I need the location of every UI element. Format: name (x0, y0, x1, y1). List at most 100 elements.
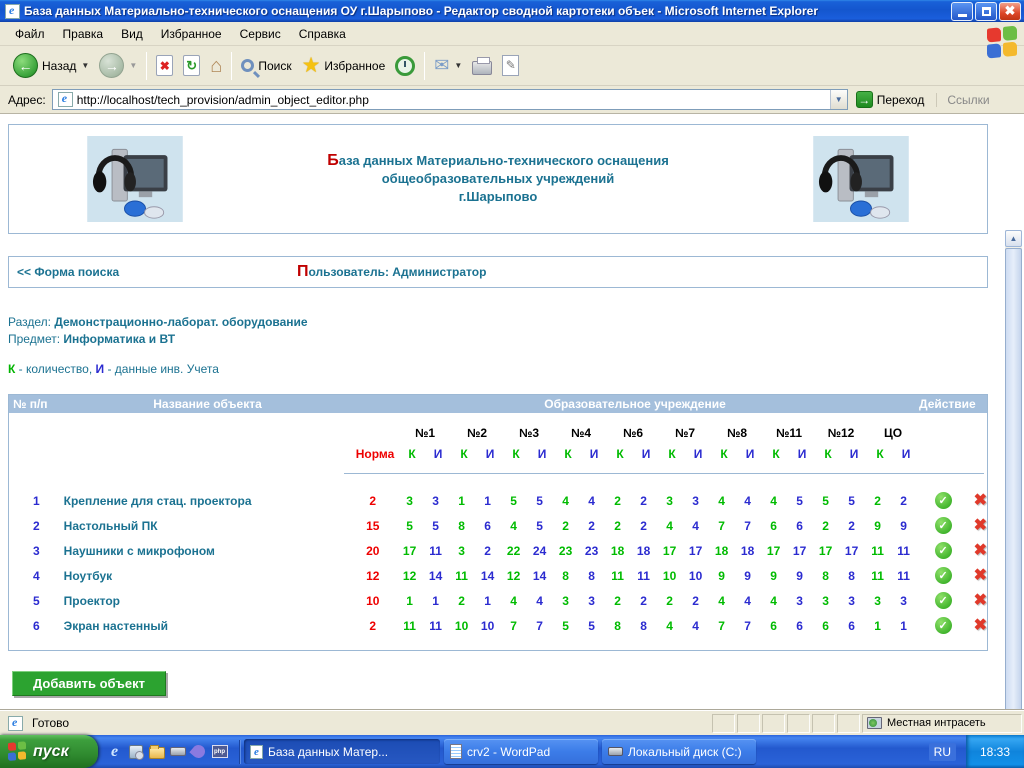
mail-dropdown-icon[interactable]: ▼ (454, 61, 462, 70)
k-value: 5 (813, 494, 839, 508)
back-button[interactable]: ← Назад ▼ (8, 51, 94, 80)
k-value: 3 (865, 594, 891, 608)
i-value: 3 (787, 594, 813, 608)
k-value: 4 (761, 594, 787, 608)
restore-button[interactable] (975, 2, 997, 21)
k-value: 22 (501, 544, 527, 558)
k-value: 12 (397, 569, 423, 583)
delete-icon[interactable]: ✖ (974, 568, 987, 584)
quicklaunch-dolphin-icon[interactable] (190, 743, 207, 760)
task-button-label: База данных Матер... (268, 745, 388, 759)
i-value: 3 (839, 594, 865, 608)
quicklaunch-ie-icon[interactable]: e (106, 743, 123, 760)
object-name-link[interactable]: Проектор (64, 594, 349, 608)
k-value: 4 (501, 594, 527, 608)
print-button[interactable] (467, 55, 497, 77)
object-name-link[interactable]: Настольный ПК (64, 519, 349, 533)
home-button[interactable]: ⌂ (205, 54, 227, 78)
k-value: 1 (397, 594, 423, 608)
mail-button[interactable]: ✉ ▼ (429, 53, 467, 78)
search-form-link[interactable]: << Форма поиска (17, 265, 119, 279)
school-header-6: №8 (711, 426, 763, 440)
search-button[interactable]: Поиск (236, 57, 296, 75)
back-dropdown-icon[interactable]: ▼ (81, 61, 89, 70)
system-tray-clock[interactable]: 18:33 (966, 735, 1024, 768)
i-value: 5 (787, 494, 813, 508)
page-title-line2: общеобразовательных учреждений (382, 171, 615, 186)
status-bar: Готово Местная интрасеть (0, 710, 1024, 735)
quicklaunch-disk-icon[interactable] (169, 743, 186, 760)
address-dropdown-icon[interactable]: ▼ (830, 90, 847, 109)
delete-icon[interactable]: ✖ (974, 593, 987, 609)
delete-icon[interactable]: ✖ (974, 543, 987, 559)
add-object-button[interactable]: Добавить объект (12, 671, 166, 696)
k-value: 11 (865, 544, 891, 558)
start-button[interactable]: пуск (0, 735, 98, 768)
favorites-button[interactable]: ★ Избранное (297, 54, 391, 78)
k-value: 3 (449, 544, 475, 558)
header-logo-left (87, 136, 183, 222)
i-column-label: И (737, 447, 763, 461)
school-header-8: №12 (815, 426, 867, 440)
k-value: 17 (397, 544, 423, 558)
k-value: 18 (605, 544, 631, 558)
history-button[interactable] (390, 54, 420, 78)
object-name-link[interactable]: Ноутбук (64, 569, 349, 583)
close-button[interactable]: ✖ (999, 2, 1021, 21)
forward-button[interactable]: → ▼ (94, 51, 142, 80)
delete-icon[interactable]: ✖ (974, 493, 987, 509)
approve-icon[interactable]: ✓ (935, 567, 952, 584)
i-value: 2 (579, 519, 605, 533)
menu-item-0[interactable]: Файл (6, 23, 54, 45)
row-number: 5 (9, 594, 64, 608)
security-zone-pane: Местная интрасеть (862, 714, 1022, 733)
vertical-scrollbar[interactable]: ▲ ▼ (1005, 230, 1022, 710)
k-value: 2 (605, 494, 631, 508)
approve-icon[interactable]: ✓ (935, 542, 952, 559)
i-value: 3 (423, 494, 449, 508)
quicklaunch-app-icon[interactable] (127, 743, 144, 760)
menu-item-4[interactable]: Сервис (231, 23, 290, 45)
i-value: 1 (475, 494, 501, 508)
menu-item-2[interactable]: Вид (112, 23, 152, 45)
menu-item-5[interactable]: Справка (290, 23, 355, 45)
address-input[interactable]: http://localhost/tech_provision/admin_ob… (52, 89, 848, 110)
k-value: 8 (605, 619, 631, 633)
approve-icon[interactable]: ✓ (935, 617, 952, 634)
task-button-1[interactable]: crv2 - WordPad (444, 739, 598, 764)
quicklaunch-folder-icon[interactable] (148, 743, 165, 760)
scrollbar-thumb[interactable] (1005, 248, 1022, 710)
object-name-link[interactable]: Крепление для стац. проектора (64, 494, 349, 508)
minimize-button[interactable] (951, 2, 973, 21)
language-indicator[interactable]: RU (929, 743, 956, 761)
approve-icon[interactable]: ✓ (935, 517, 952, 534)
k-value: 1 (449, 494, 475, 508)
refresh-button[interactable]: ↻ (178, 53, 205, 78)
i-value: 7 (527, 619, 553, 633)
column-header-institution: Образовательное учреждение (351, 397, 919, 411)
stop-button[interactable]: ✖ (151, 53, 178, 78)
object-name-link[interactable]: Экран настенный (64, 619, 349, 633)
go-label: Переход (877, 93, 925, 107)
edit-button[interactable]: ✎ (497, 53, 524, 78)
links-label[interactable]: Ссылки (936, 93, 997, 107)
scroll-up-icon[interactable]: ▲ (1005, 230, 1022, 247)
quicklaunch-php-icon[interactable]: php (211, 743, 228, 760)
task-button-0[interactable]: eБаза данных Матер... (244, 739, 440, 764)
i-value: 2 (683, 594, 709, 608)
legend-i: И (96, 362, 105, 376)
menu-items: ФайлПравкаВидИзбранноеСервисСправка (6, 23, 355, 45)
menu-item-1[interactable]: Правка (54, 23, 113, 45)
i-value: 9 (891, 519, 917, 533)
delete-icon[interactable]: ✖ (974, 618, 987, 634)
object-name-link[interactable]: Наушники с микрофоном (64, 544, 349, 558)
task-button-2[interactable]: Локальный диск (C:) (602, 739, 756, 764)
i-value: 8 (839, 569, 865, 583)
go-button[interactable]: → Переход (848, 89, 933, 110)
k-value: 9 (761, 569, 787, 583)
approve-icon[interactable]: ✓ (935, 592, 952, 609)
menu-item-3[interactable]: Избранное (152, 23, 231, 45)
approve-icon[interactable]: ✓ (935, 492, 952, 509)
k-value: 4 (553, 494, 579, 508)
delete-icon[interactable]: ✖ (974, 518, 987, 534)
